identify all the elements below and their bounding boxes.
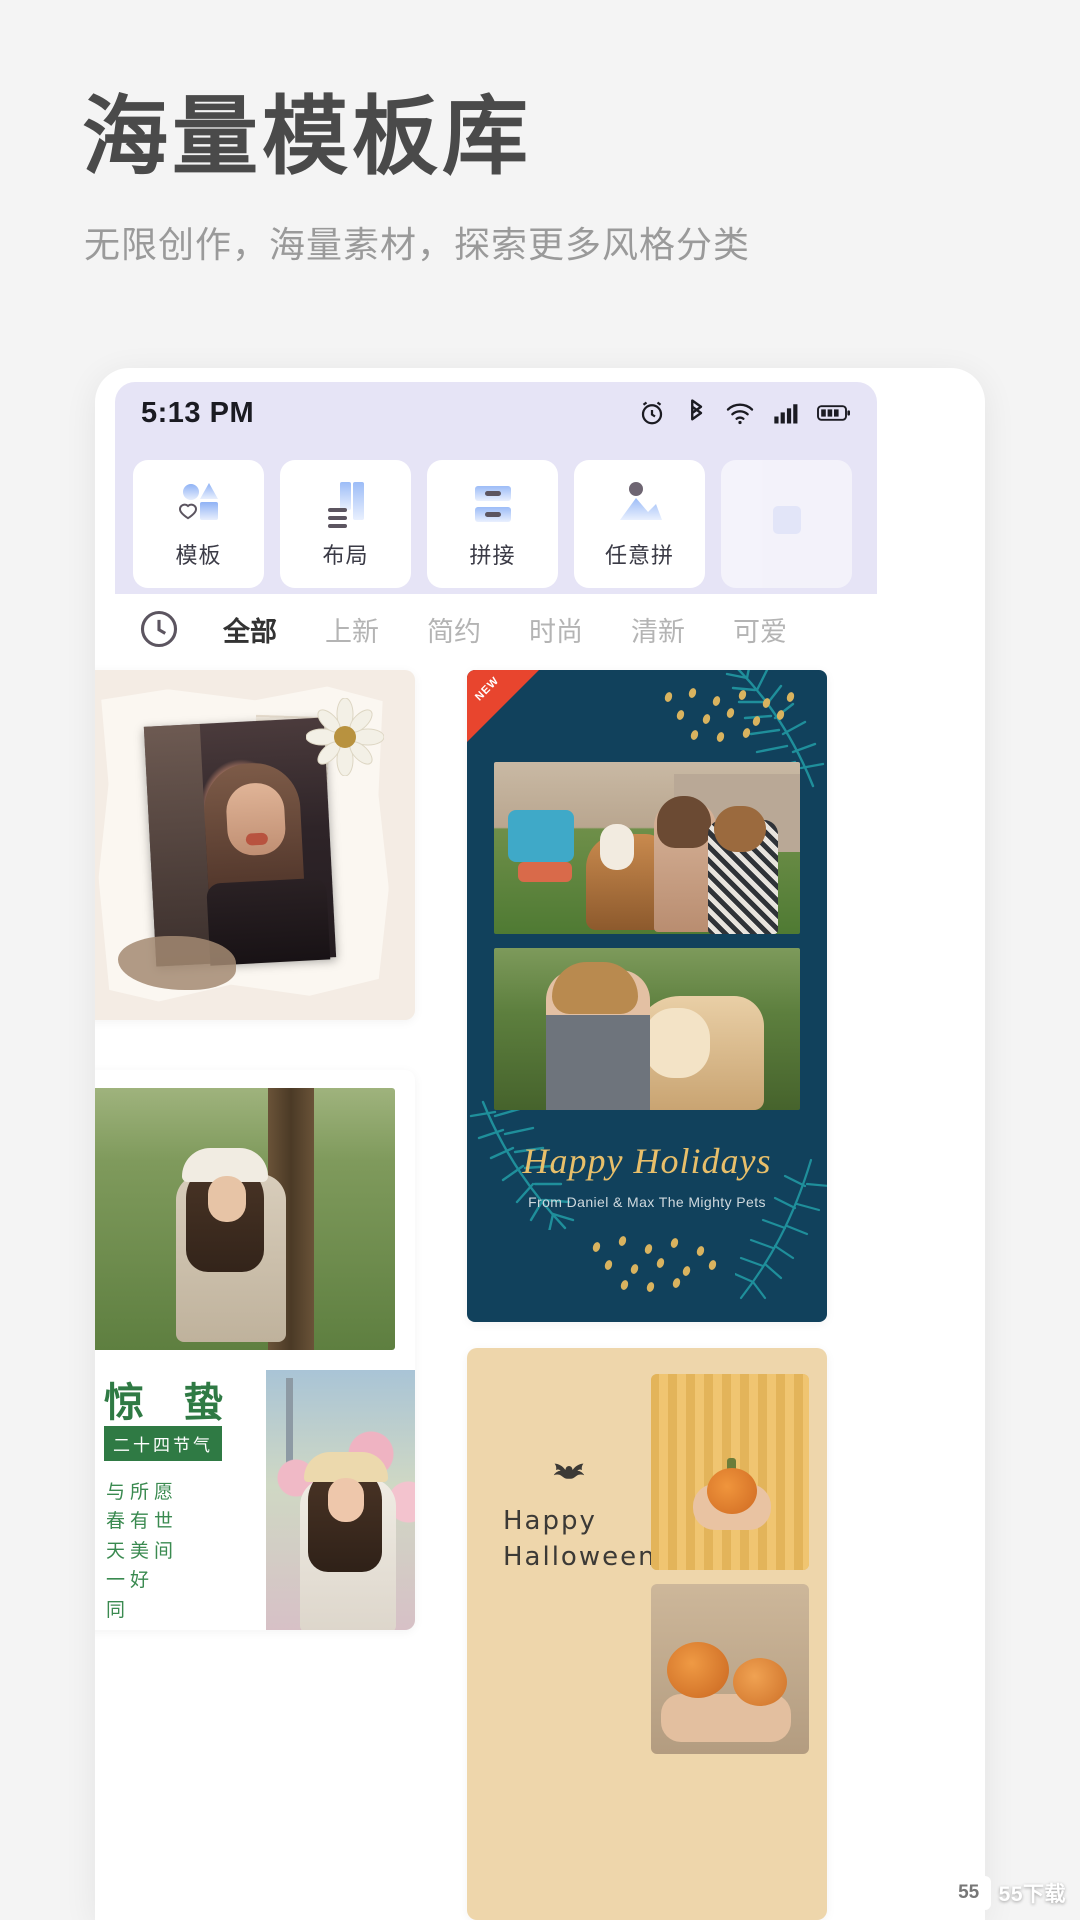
tool-card-label: 任意拼 bbox=[605, 538, 674, 570]
halloween-photo-top bbox=[651, 1374, 809, 1570]
bat-icon bbox=[543, 1458, 595, 1488]
template-shapes-icon bbox=[171, 478, 227, 530]
gold-dot-cluster bbox=[659, 688, 807, 742]
status-bar: 5:13 PM bbox=[115, 382, 877, 444]
watermark-badge: 55 bbox=[947, 1876, 991, 1910]
flower-sticker-icon bbox=[306, 698, 384, 776]
category-tab-simple[interactable]: 简约 bbox=[403, 610, 505, 649]
page-title: 海量模板库 bbox=[82, 92, 532, 182]
halloween-title-line1: Happy bbox=[503, 1506, 597, 1536]
jingzhe-photo-main bbox=[95, 1088, 395, 1350]
template-card-halloween[interactable]: Happy Halloween bbox=[467, 1348, 827, 1920]
tool-card-stitch[interactable]: 拼接 bbox=[427, 460, 558, 588]
tool-card-label: 布局 bbox=[322, 538, 368, 570]
tool-card-label: 拼接 bbox=[469, 538, 515, 570]
holiday-title: Happy Holidays bbox=[467, 1140, 827, 1182]
stitch-icon bbox=[465, 478, 521, 530]
bluetooth-icon bbox=[684, 398, 708, 428]
halloween-title-line2: Halloween bbox=[503, 1542, 657, 1572]
promo-header: 海量模板库 无限创作，海量素材，探索更多风格分类 bbox=[0, 0, 1080, 340]
gold-dot-cluster bbox=[583, 1236, 733, 1290]
tool-card-row[interactable]: 模板 布局 bbox=[133, 460, 903, 588]
watermark: 55 55下载 bbox=[947, 1876, 1066, 1910]
template-card-happy-holidays[interactable]: NEW bbox=[467, 670, 827, 1322]
more-icon bbox=[759, 494, 815, 546]
holiday-photo-top bbox=[494, 762, 800, 934]
signal-icon bbox=[772, 399, 800, 427]
category-tab-all[interactable]: 全部 bbox=[199, 610, 301, 649]
freeform-collage-icon bbox=[612, 478, 668, 530]
phone-mockup: 5:13 PM bbox=[95, 368, 985, 1920]
holiday-subtitle: From Daniel & Max The Mighty Pets bbox=[467, 1194, 827, 1210]
new-badge-label: NEW bbox=[473, 675, 502, 704]
page-subtitle: 无限创作，海量素材，探索更多风格分类 bbox=[84, 216, 750, 268]
wifi-icon bbox=[725, 398, 755, 428]
recent-clock-icon[interactable] bbox=[137, 607, 181, 651]
halloween-photo-bottom bbox=[651, 1584, 809, 1754]
holiday-photo-bottom bbox=[494, 948, 800, 1110]
jingzhe-photo-secondary bbox=[266, 1370, 415, 1630]
template-card-paper-collage[interactable] bbox=[95, 670, 415, 1020]
jingzhe-title: 惊 蛰 bbox=[104, 1370, 237, 1428]
template-card-jingzhe[interactable]: 惊 蛰 二十四节气 与所愿 春有世 天美间 一好 同 bbox=[95, 1070, 415, 1630]
category-tab-fresh[interactable]: 清新 bbox=[607, 610, 709, 649]
jingzhe-poem: 与所愿 春有世 天美间 一好 同 bbox=[106, 1478, 178, 1625]
tool-card-label: 模板 bbox=[175, 538, 221, 570]
new-badge: NEW bbox=[467, 670, 539, 742]
status-bar-time: 5:13 PM bbox=[141, 397, 254, 430]
jingzhe-tag: 二十四节气 bbox=[104, 1426, 222, 1461]
tool-card-more[interactable] bbox=[721, 460, 852, 588]
category-tab-new[interactable]: 上新 bbox=[301, 610, 403, 649]
tool-card-layout[interactable]: 布局 bbox=[280, 460, 411, 588]
layout-icon bbox=[318, 478, 374, 530]
tool-card-freeform[interactable]: 任意拼 bbox=[574, 460, 705, 588]
template-grid: NEW bbox=[95, 670, 985, 1920]
category-tab-cute[interactable]: 可爱 bbox=[709, 610, 811, 649]
watermark-text: 55下载 bbox=[999, 1878, 1066, 1908]
jingzhe-tag-label: 二十四节气 bbox=[113, 1436, 213, 1455]
status-bar-icons bbox=[637, 398, 851, 428]
category-tab-fashion[interactable]: 时尚 bbox=[505, 610, 607, 649]
category-tab-bar[interactable]: 全部 上新 简约 时尚 清新 可爱 bbox=[115, 594, 887, 664]
tool-card-template[interactable]: 模板 bbox=[133, 460, 264, 588]
alarm-icon bbox=[637, 398, 667, 428]
battery-icon bbox=[817, 399, 851, 427]
